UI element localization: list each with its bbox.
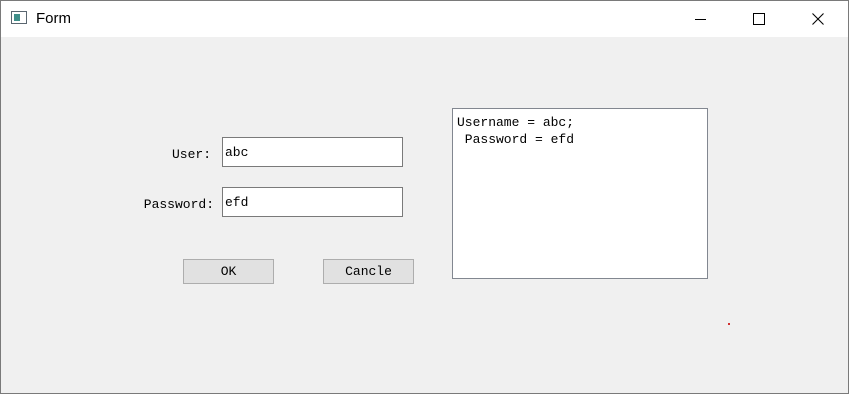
user-input[interactable] (222, 137, 403, 167)
red-dot (728, 323, 730, 325)
output-line-password: Password = efd (457, 132, 575, 147)
minimize-button[interactable] (671, 1, 729, 37)
password-label: Password: (143, 197, 214, 212)
maximize-button[interactable] (730, 1, 788, 37)
close-button[interactable] (789, 1, 847, 37)
output-text-box[interactable]: Username = abc; Password = efd (452, 108, 708, 279)
password-input[interactable] (222, 187, 403, 217)
title-bar[interactable]: Form (1, 1, 848, 37)
cancel-button[interactable]: Cancle (323, 259, 414, 284)
window-title: Form (36, 10, 71, 27)
minimize-icon (694, 18, 706, 20)
app-icon (11, 11, 27, 24)
output-line-username: Username = abc; (457, 115, 575, 130)
maximize-icon (753, 13, 765, 25)
user-label: User: (171, 147, 211, 162)
app-window: Form User: Password: OK Cancle Username … (0, 0, 849, 394)
ok-button[interactable]: OK (183, 259, 274, 284)
close-icon (812, 13, 824, 25)
